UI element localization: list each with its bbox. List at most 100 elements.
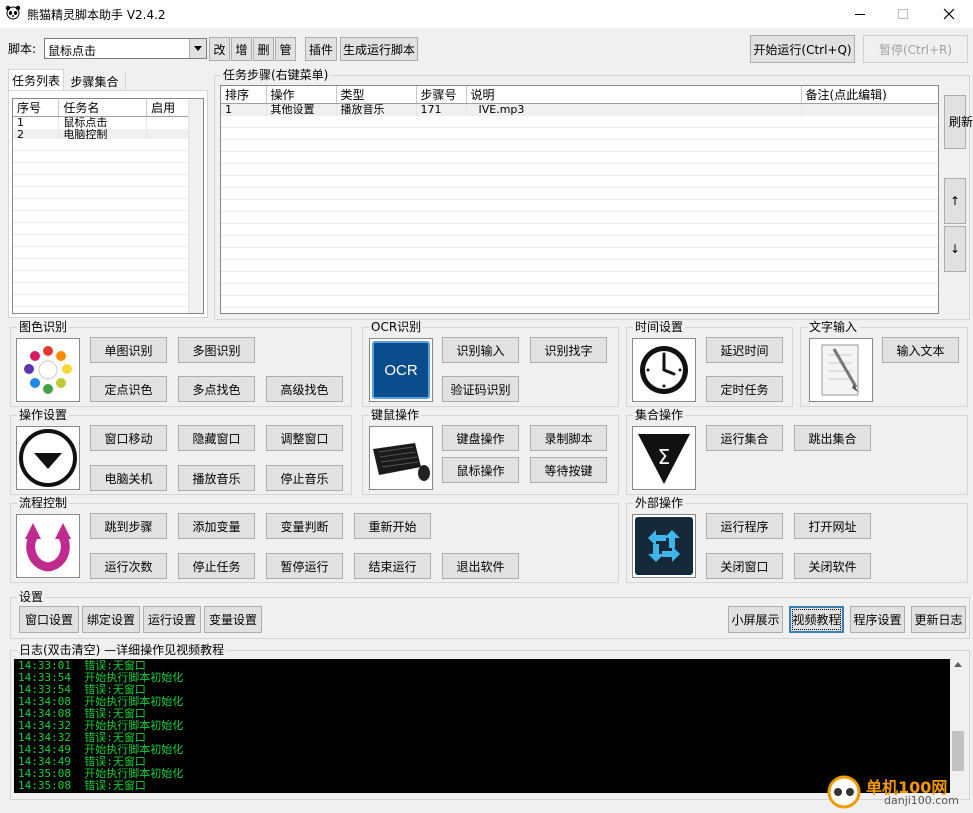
task-col-enabled[interactable]: 启用 xyxy=(146,99,189,117)
steps-col-type[interactable]: 类型 xyxy=(336,86,417,104)
close-window-button[interactable]: 关闭窗口 xyxy=(706,553,783,579)
close-button[interactable] xyxy=(927,0,971,28)
keyboard-mouse-title: 键鼠操作 xyxy=(369,408,422,422)
run-settings-button[interactable]: 运行设置 xyxy=(143,606,201,633)
close-software-button[interactable]: 关闭软件 xyxy=(794,553,871,579)
dropdown-button[interactable] xyxy=(189,39,206,58)
single-image-recog-button[interactable]: 单图识别 xyxy=(90,337,167,363)
edit-script-button[interactable]: 改 xyxy=(209,37,230,61)
recog-input-button[interactable]: 识别输入 xyxy=(442,337,519,363)
table-gridlines xyxy=(221,116,938,313)
start-run-button[interactable]: 开始运行(Ctrl+Q) xyxy=(750,35,855,63)
hide-window-button[interactable]: 隐藏窗口 xyxy=(178,425,255,451)
steps-col-stepno[interactable]: 步骤号 xyxy=(416,86,467,104)
steps-col-op[interactable]: 操作 xyxy=(266,86,337,104)
plugin-button[interactable]: 插件 xyxy=(305,37,337,61)
window-move-button[interactable]: 窗口移动 xyxy=(90,425,167,451)
chevron-down-icon xyxy=(194,46,202,51)
keyboard-op-button[interactable]: 键盘操作 xyxy=(442,425,519,451)
scroll-thumb[interactable] xyxy=(952,731,964,771)
stop-task-button[interactable]: 停止任务 xyxy=(178,553,255,579)
run-program-button[interactable]: 运行程序 xyxy=(706,513,783,539)
jump-step-button[interactable]: 跳到步骤 xyxy=(90,513,167,539)
mouse-op-button[interactable]: 鼠标操作 xyxy=(442,457,519,483)
program-settings-button[interactable]: 程序设置 xyxy=(850,606,905,633)
restart-button[interactable]: 重新开始 xyxy=(354,513,431,539)
pause-button[interactable]: 暂停(Ctrl+R) xyxy=(863,35,968,63)
scrollbar[interactable] xyxy=(188,99,203,313)
stop-music-button[interactable]: 停止音乐 xyxy=(266,465,343,491)
close-icon xyxy=(943,8,955,20)
recog-find-text-button[interactable]: 识别找字 xyxy=(530,337,607,363)
multi-point-color-button[interactable]: 多点找色 xyxy=(178,376,255,402)
scheduled-task-button[interactable]: 定时任务 xyxy=(706,376,783,402)
adjust-window-button[interactable]: 调整窗口 xyxy=(266,425,343,451)
end-run-button[interactable]: 结束运行 xyxy=(354,553,431,579)
steps-col-note[interactable]: 备注(点此编辑) xyxy=(801,86,938,104)
tab-step-set[interactable]: 步骤集合 xyxy=(64,72,126,91)
advanced-color-button[interactable]: 高级找色 xyxy=(266,376,343,402)
log-output[interactable]: 14:33:01 错误:无窗口 14:33:54 开始执行脚本初始化 14:33… xyxy=(14,659,950,793)
exit-software-button[interactable]: 退出软件 xyxy=(442,553,519,579)
move-up-button[interactable]: ↑ xyxy=(944,178,966,224)
watermark-logo-icon xyxy=(827,775,861,809)
run-collection-button[interactable]: 运行集合 xyxy=(706,425,783,451)
play-music-button[interactable]: 播放音乐 xyxy=(178,465,255,491)
video-tutorial-button[interactable]: 视频教程 xyxy=(789,606,844,633)
maximize-button[interactable] xyxy=(883,0,923,28)
panda-app-icon xyxy=(5,5,21,21)
script-select[interactable]: 鼠标点击 xyxy=(44,38,207,59)
notepad-icon xyxy=(809,338,873,402)
fixed-point-color-button[interactable]: 定点识色 xyxy=(90,376,167,402)
task-list-panel: 序号 任务名 启用 1 鼠标点击 2 电脑控制 xyxy=(8,90,208,318)
refresh-label: 刷新 xyxy=(949,114,973,129)
steps-table[interactable]: 排序 操作 类型 步骤号 说明 备注(点此编辑) 1 其他设置 播放音乐 171… xyxy=(220,85,939,314)
delay-time-button[interactable]: 延迟时间 xyxy=(706,337,783,363)
external-title: 外部操作 xyxy=(633,496,686,510)
ocr-icon: OCR xyxy=(369,338,433,402)
multi-image-recog-button[interactable]: 多图识别 xyxy=(178,337,255,363)
update-log-button[interactable]: 更新日志 xyxy=(911,606,966,633)
scroll-up-icon[interactable] xyxy=(954,662,962,667)
steps-col-order[interactable]: 排序 xyxy=(221,86,267,104)
table-row[interactable]: 1 鼠标点击 xyxy=(13,116,189,129)
minimize-icon xyxy=(855,13,865,15)
add-script-button[interactable]: 增 xyxy=(231,37,252,61)
variable-settings-button[interactable]: 变量设置 xyxy=(204,606,262,633)
open-url-button[interactable]: 打开网址 xyxy=(794,513,871,539)
steps-col-desc[interactable]: 说明 xyxy=(466,86,802,104)
steps-cell xyxy=(801,103,938,116)
delete-script-button[interactable]: 删 xyxy=(253,37,274,61)
variable-judge-button[interactable]: 变量判断 xyxy=(266,513,343,539)
shutdown-button[interactable]: 电脑关机 xyxy=(90,465,167,491)
task-col-index[interactable]: 序号 xyxy=(13,99,60,117)
record-script-button[interactable]: 录制脚本 xyxy=(530,425,607,451)
script-label: 脚本: xyxy=(8,42,37,56)
generate-script-button[interactable]: 生成运行脚本 xyxy=(340,37,418,61)
add-variable-button[interactable]: 添加变量 xyxy=(178,513,255,539)
refresh-button[interactable]: 刷新 xyxy=(944,95,973,149)
task-col-name[interactable]: 任务名 xyxy=(58,99,148,117)
table-row[interactable]: 1 其他设置 播放音乐 171 IVE.mp3 xyxy=(221,103,938,116)
watermark-url: danji100.com xyxy=(884,794,959,807)
small-screen-button[interactable]: 小屏展示 xyxy=(728,606,783,633)
image-recog-title: 图色识别 xyxy=(17,320,70,334)
down-arrow-circle-icon xyxy=(16,426,80,490)
captcha-recog-button[interactable]: 验证码识别 xyxy=(442,376,519,402)
external-arrows-tile xyxy=(635,517,693,575)
manage-script-button[interactable]: 管 xyxy=(275,37,296,61)
window-settings-button[interactable]: 窗口设置 xyxy=(19,606,79,633)
minimize-button[interactable] xyxy=(840,0,880,28)
pause-run-button[interactable]: 暂停运行 xyxy=(266,553,343,579)
task-table[interactable]: 序号 任务名 启用 1 鼠标点击 2 电脑控制 xyxy=(12,98,204,314)
exit-collection-button[interactable]: 跳出集合 xyxy=(794,425,871,451)
table-gridlines xyxy=(13,139,189,313)
move-down-button[interactable]: ↓ xyxy=(944,226,966,272)
input-text-button[interactable]: 输入文本 xyxy=(882,337,959,363)
steps-cell: 171 xyxy=(416,103,467,116)
tab-task-list[interactable]: 任务列表 xyxy=(8,69,64,91)
run-count-button[interactable]: 运行次数 xyxy=(90,553,167,579)
wait-key-button[interactable]: 等待按键 xyxy=(530,457,607,483)
bind-settings-button[interactable]: 绑定设置 xyxy=(82,606,140,633)
log-line: 14:34:49 开始执行脚本初始化 xyxy=(18,743,184,756)
